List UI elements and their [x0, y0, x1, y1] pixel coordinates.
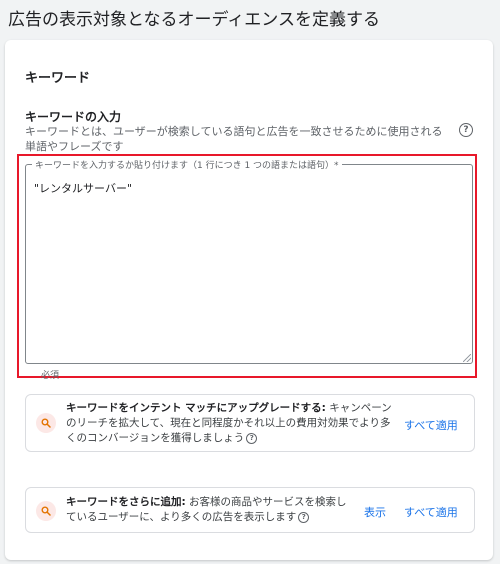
required-hint: 必須 [41, 371, 60, 381]
resize-handle[interactable] [463, 354, 471, 362]
search-icon [36, 413, 56, 433]
help-circle-icon[interactable]: ? [246, 432, 258, 444]
search-icon [36, 501, 56, 521]
help-circle-icon[interactable]: ? [459, 123, 473, 137]
help-circle-icon[interactable]: ? [298, 511, 310, 523]
section-title: キーワード [25, 71, 91, 86]
suggestion-card-intent-match: キーワードをインテント マッチにアップグレードする: キャンペーンのリーチを拡大… [25, 394, 475, 452]
keyword-textarea-label: キーワードを入力するか貼り付けます（1 行につき 1 つの語または語句）* [32, 158, 342, 171]
suggestion-title: キーワードをさらに追加: [66, 496, 186, 508]
keyword-textarea[interactable]: キーワードを入力するか貼り付けます（1 行につき 1 つの語または語句）* "レ… [25, 158, 473, 364]
show-button[interactable]: 表示 [364, 504, 386, 520]
suggestion-title: キーワードをインテント マッチにアップグレードする: [66, 402, 326, 414]
keyword-textarea-value[interactable]: "レンタルサーバー" [34, 180, 132, 196]
page-title: 広告の表示対象となるオーディエンスを定義する [8, 10, 380, 30]
keyword-input-description: キーワードとは、ユーザーが検索している語句と広告を一致させるために使用される単語… [25, 125, 443, 153]
suggestion-text: キーワードをインテント マッチにアップグレードする: キャンペーンのリーチを拡大… [66, 401, 396, 446]
apply-all-button[interactable]: すべて適用 [404, 504, 458, 520]
keywords-card: キーワード キーワードの入力 キーワードとは、ユーザーが検索している語句と広告を… [5, 40, 493, 560]
suggestion-text: キーワードをさらに追加: お客様の商品やサービスを検索しているユーザーに、より多… [66, 495, 356, 525]
keyword-input-heading: キーワードの入力 [25, 110, 122, 124]
suggestion-card-add-keywords: キーワードをさらに追加: お客様の商品やサービスを検索しているユーザーに、より多… [25, 487, 475, 533]
apply-all-button[interactable]: すべて適用 [404, 417, 458, 433]
